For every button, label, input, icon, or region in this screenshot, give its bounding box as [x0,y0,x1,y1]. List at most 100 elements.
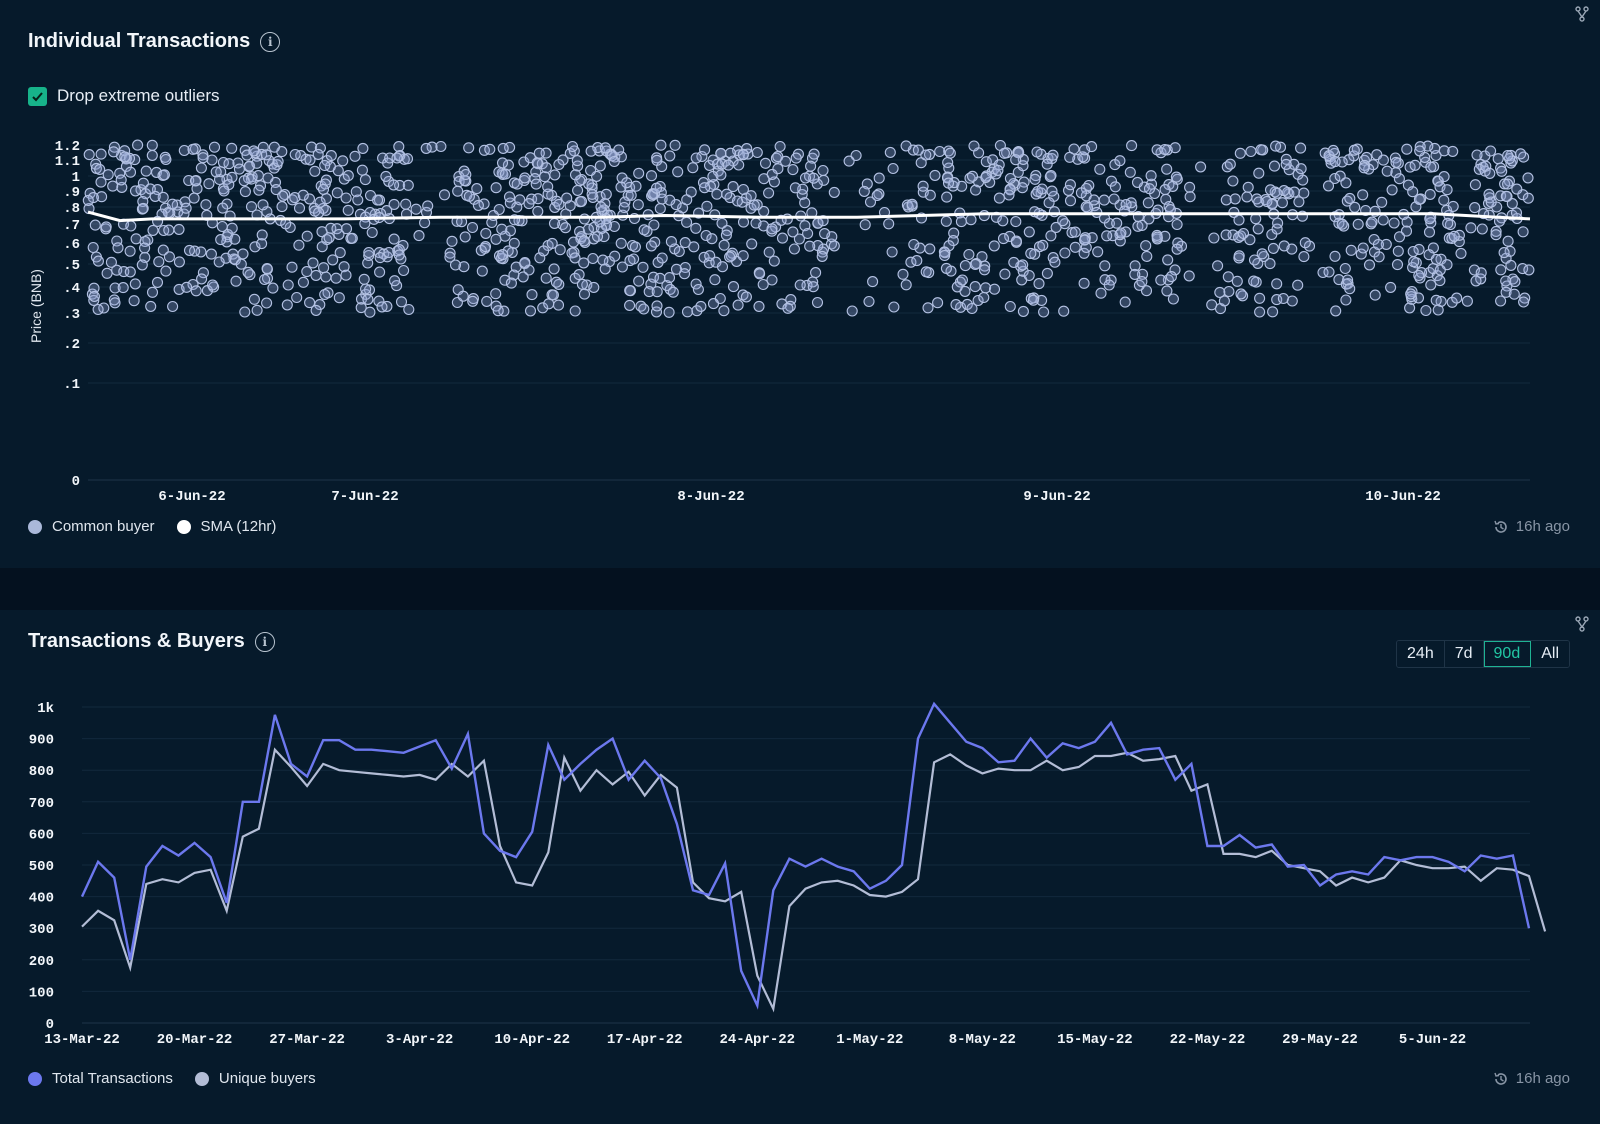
scatter-point [794,279,806,291]
scatter-point [257,199,269,211]
scatter-point [388,179,400,191]
scatter-point [1045,169,1057,182]
scatter-point [1233,250,1245,262]
scatter-point [248,145,260,157]
y-tick-label: 1.1 [55,154,80,170]
scatter-point [1045,230,1057,242]
scatter-point [1017,259,1029,271]
legend-item-total-transactions[interactable]: Total Transactions [28,1070,173,1087]
scatter-point [553,158,565,171]
scatter-point [519,256,531,269]
scatter-point [715,169,727,181]
legend-item-unique-buyers[interactable]: Unique buyers [194,1070,316,1087]
scatter-point [656,252,668,264]
scatter-point [389,275,401,287]
scatter-point [1222,271,1234,283]
scatter-point [733,159,745,171]
scatter-point [346,232,358,244]
y-tick-label: 700 [29,796,54,812]
scatter-point [388,233,400,245]
scatter-point [1420,304,1432,317]
y-tick-label: .4 [63,281,80,297]
scatter-point [1151,231,1163,243]
scatter-point [788,243,800,255]
scatter-point [195,162,207,174]
scatter-point [1447,200,1459,212]
scatter-point [1344,192,1356,204]
scatter-point [1393,173,1405,185]
scatter-point [900,279,912,291]
scatter-point [160,153,172,166]
scatter-point [1502,178,1514,190]
x-tick-label: 10-Apr-22 [494,1032,570,1048]
scatter-point [107,180,119,192]
scatter-point [956,274,968,286]
scatter-point [932,297,944,309]
scatter-point [1223,285,1235,298]
scatter-point [816,250,828,262]
y-tick-label: 0 [72,474,80,490]
scatter-point [1142,197,1154,209]
scatter-point [1344,283,1356,295]
y-tick-label: 100 [29,985,54,1001]
scatter-point [1208,232,1220,244]
scatter-point [549,169,561,181]
scatter-point [709,209,721,221]
scatter-point [1025,247,1037,259]
scatter-point [1004,172,1016,185]
scatter-point [1336,218,1348,230]
last-updated: 16h ago [1493,1070,1570,1087]
scatter-point [575,195,588,207]
scatter-point [1143,183,1156,195]
scatter-point [817,164,829,177]
y-tick-label: .2 [63,337,80,353]
scatter-point [1496,165,1508,177]
scatter-point [1502,149,1514,162]
scatter-point [1245,145,1257,158]
scatter-point [1339,262,1351,275]
scatter-point [310,304,322,316]
scatter-point [1171,243,1183,255]
scatter-point [1276,197,1288,209]
y-tick-label: 0 [46,1017,54,1033]
scatter-point [206,154,218,166]
scatter-point [163,251,175,263]
scatter-point [252,170,264,182]
scatter-point [547,289,559,301]
scatter-point [645,240,657,252]
scatter-point [356,164,368,176]
scatter-point [1401,143,1413,155]
scatter-point [108,146,120,158]
scatter-point [457,290,469,302]
legend-item-common-buyer[interactable]: Common buyer [28,518,155,535]
scatter-point [1169,142,1181,154]
scatter-point [651,300,663,312]
legend-item-sma[interactable]: SMA (12hr) [176,518,276,535]
scatter-point [970,184,982,196]
scatter-point [950,299,962,311]
scatter-point [1029,173,1041,185]
scatter-point [203,178,215,190]
scatter-point [1323,266,1335,278]
scatter-point [331,187,343,199]
scatter-point [819,228,831,240]
scatter-point [497,142,509,154]
scatter-point [569,252,581,264]
scatter-point [673,245,685,258]
scatter-point [548,217,561,229]
scatter-point [681,216,693,228]
scatter-point [595,201,607,213]
scatter-point [873,172,885,184]
scatter-point [262,172,274,184]
scatter-point [630,180,642,192]
scatter-point [811,296,824,309]
scatter-point [779,155,792,167]
scatter-point [364,189,377,202]
scatter-point [871,189,883,202]
scatter-point [999,268,1011,280]
scatter-point [1184,181,1196,193]
x-tick-label: 10-Jun-22 [1365,489,1441,505]
scatter-point [731,195,744,207]
scatter-point [499,168,512,180]
scatter-point [1124,166,1136,178]
